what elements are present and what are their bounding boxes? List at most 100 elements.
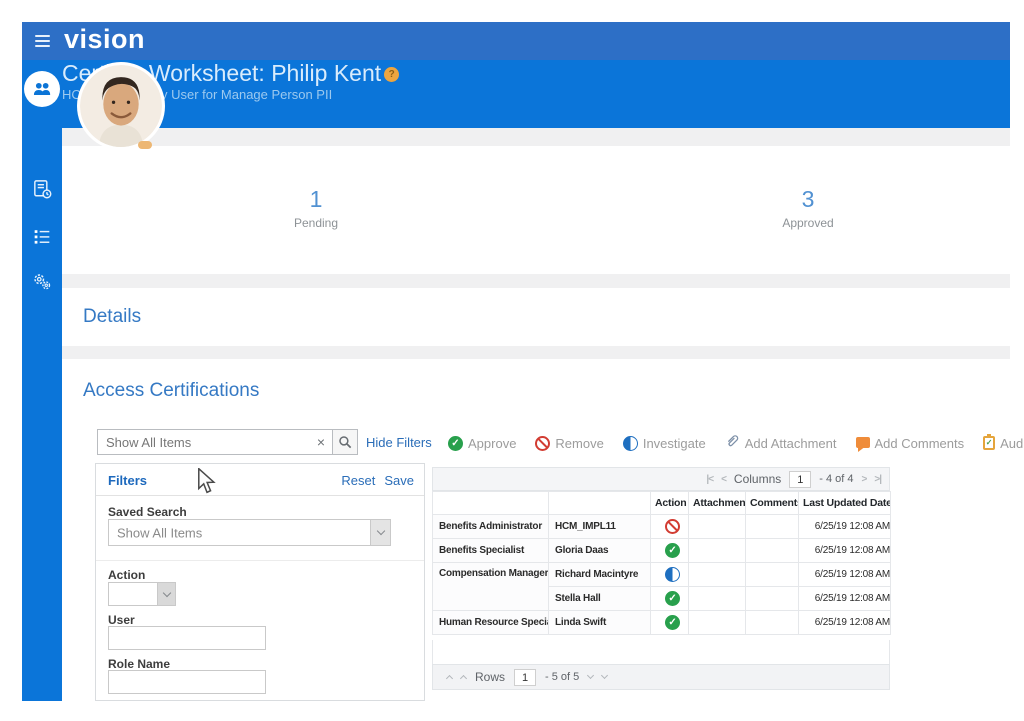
stat-approved: 3 Approved	[748, 186, 868, 230]
saved-search-select[interactable]: Show All Items	[108, 519, 391, 546]
approve-icon: ✓	[448, 435, 463, 451]
action-column-header[interactable]: Action	[650, 491, 689, 515]
comments-cell	[745, 562, 799, 587]
first-rows-icon[interactable]	[445, 674, 454, 683]
certifications-table: Action Attachments Comments Last Updated…	[432, 491, 891, 635]
save-link[interactable]: Save	[384, 473, 414, 488]
table-empty-area	[432, 640, 890, 664]
comments-cell	[745, 586, 799, 611]
search-input[interactable]	[98, 430, 308, 454]
comments-cell	[745, 514, 799, 539]
remove-icon	[535, 435, 551, 451]
table-row[interactable]: Benefits Administrator HCM_IMPL11 6/25/1…	[432, 514, 891, 539]
add-attachment-button[interactable]: Add Attachment	[725, 433, 837, 453]
separator-strip	[62, 274, 1010, 288]
user-cell: Stella Hall	[548, 586, 651, 611]
filters-header: Filters Reset Save	[96, 464, 424, 496]
report-clock-icon	[31, 178, 54, 206]
next-columns-icon[interactable]: >	[862, 474, 868, 485]
last-columns-icon[interactable]: >|	[874, 474, 882, 485]
app-logo: vision	[64, 24, 146, 54]
stat-pending-value: 1	[309, 186, 323, 212]
role-name-field[interactable]	[108, 670, 266, 694]
audit-history-button[interactable]: ✓ Audit History	[983, 434, 1024, 451]
user-cell: Linda Swift	[548, 610, 651, 635]
date-cell: 6/25/19 12:08 AM	[798, 586, 891, 611]
section-access-certifications[interactable]: Access Certifications	[83, 380, 259, 402]
sidebar-item-setup[interactable]	[22, 264, 62, 304]
columns-pager-range: - 4 of 4	[819, 473, 854, 485]
sidebar-item-schedule[interactable]	[22, 172, 62, 212]
action-cell: ✓	[650, 538, 689, 563]
add-comments-button[interactable]: Add Comments	[855, 435, 965, 452]
user-label: User	[108, 613, 135, 627]
hide-filters-link[interactable]: Hide Filters	[366, 435, 432, 450]
add-comments-label: Add Comments	[874, 435, 965, 451]
user-cell: HCM_IMPL11	[548, 514, 651, 539]
settings-gears-icon	[31, 271, 53, 298]
reset-link[interactable]: Reset	[341, 473, 375, 488]
top-bar: vision	[22, 22, 1010, 60]
action-cell	[650, 562, 689, 587]
saved-search-label: Saved Search	[108, 505, 187, 519]
attachments-cell	[688, 562, 746, 587]
avatar-status-badge	[138, 141, 152, 149]
paperclip-icon	[725, 433, 740, 453]
date-cell: 6/25/19 12:08 AM	[798, 514, 891, 539]
rows-pager: Rows 1 - 5 of 5	[432, 664, 890, 690]
first-columns-icon[interactable]: |<	[706, 474, 714, 485]
approve-button[interactable]: ✓ Approve	[448, 435, 516, 451]
remove-label: Remove	[555, 435, 604, 451]
stat-pending: 1 Pending	[256, 186, 376, 230]
saved-search-value: Show All Items	[117, 525, 203, 540]
role-cell: Human Resource Specialist	[432, 610, 549, 635]
investigate-status-icon	[665, 567, 680, 582]
action-select[interactable]	[108, 582, 176, 606]
stat-approved-value: 3	[801, 186, 815, 212]
prev-rows-icon[interactable]	[459, 674, 468, 683]
last-updated-column-header[interactable]: Last Updated Date	[798, 491, 891, 515]
comments-cell	[745, 610, 799, 635]
date-cell: 6/25/19 12:08 AM	[798, 538, 891, 563]
chevron-down-icon[interactable]	[370, 520, 390, 545]
user-cell: Gloria Daas	[548, 538, 651, 563]
audit-clipboard-icon: ✓	[983, 434, 996, 450]
comments-column-header[interactable]: Comments	[745, 491, 799, 515]
help-badge-icon[interactable]: ?	[384, 67, 400, 83]
rows-page-input[interactable]: 1	[514, 668, 537, 686]
attachments-column-header[interactable]: Attachments	[688, 491, 746, 515]
action-cell: ✓	[650, 586, 689, 611]
filters-title: Filters	[108, 473, 148, 488]
stat-approved-label: Approved	[782, 216, 834, 230]
attachments-cell	[688, 538, 746, 563]
worklist-icon	[31, 226, 53, 253]
hamburger-menu-icon[interactable]	[35, 35, 50, 47]
columns-pager-label: Columns	[733, 472, 782, 486]
filters-panel: Filters Reset Save Saved Search Show All…	[95, 463, 425, 701]
sidebar-item-worklist[interactable]	[22, 219, 62, 259]
columns-pager: |< < Columns 1 - 4 of 4 > >|	[432, 467, 890, 491]
user-field[interactable]	[108, 626, 266, 650]
columns-page-input[interactable]: 1	[789, 470, 812, 488]
last-rows-icon[interactable]	[601, 671, 609, 680]
chevron-down-icon[interactable]	[157, 583, 175, 605]
role-name-label: Role Name	[108, 657, 171, 671]
next-rows-icon[interactable]	[587, 671, 595, 680]
page-title: Certifier Worksheet: Philip Kent?	[62, 60, 1010, 87]
investigate-button[interactable]: Investigate	[622, 435, 706, 451]
avatar	[77, 62, 165, 150]
approve-status-icon: ✓	[665, 543, 680, 558]
search-button[interactable]	[332, 429, 358, 455]
clear-search-icon[interactable]: ×	[317, 434, 325, 450]
remove-status-icon	[665, 519, 680, 534]
user-column-header	[548, 491, 651, 515]
table-row[interactable]: Human Resource Specialist Linda Swift ✓ …	[432, 610, 891, 635]
app-window: vision Certifier Worksheet: Philip Kent …	[0, 0, 1024, 721]
prev-columns-icon[interactable]: <	[721, 474, 727, 485]
user-cell: Richard Macintyre	[548, 562, 651, 587]
table-row[interactable]: Compensation Manager Richard Macintyre 6…	[432, 562, 891, 611]
table-row[interactable]: Benefits Specialist Gloria Daas ✓ 6/25/1…	[432, 538, 891, 563]
remove-button[interactable]: Remove	[535, 435, 604, 451]
sidebar-item-people[interactable]	[22, 69, 62, 109]
section-details[interactable]: Details	[83, 306, 141, 328]
